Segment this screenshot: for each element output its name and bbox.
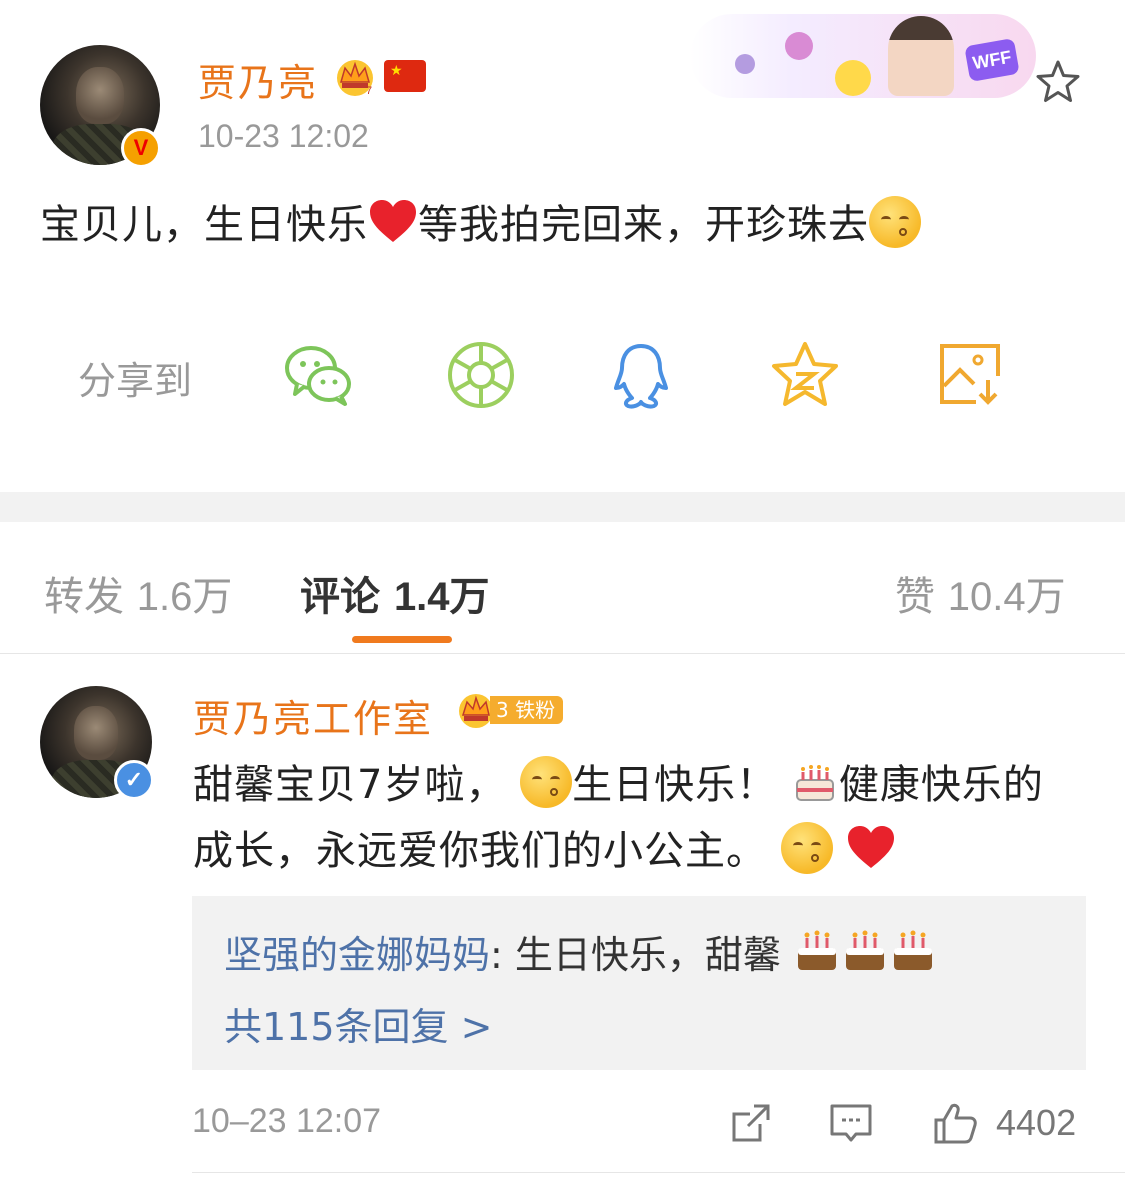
share-label: 分享到 [78,359,193,403]
section-divider [0,492,1125,522]
svg-text:7: 7 [366,85,372,96]
qq-icon[interactable] [606,340,676,410]
verified-gold-badge-icon: V [121,128,161,168]
tab-repost-label: 转发 [44,574,124,620]
share-row: 分享到 [0,330,1125,420]
heart-emoji [848,826,895,868]
reply-line: 坚强的金娜妈妈: 生日快乐，甜馨 [224,924,937,979]
post-timestamp: 10-23 12:02 [198,118,369,154]
share-icon[interactable] [728,1100,774,1146]
cake-emoji [894,930,932,970]
comment-text-part1: 甜馨宝贝7岁啦， [193,762,507,808]
fan-title: 铁粉 [515,698,556,722]
promo-banner[interactable]: WFF [690,14,1036,98]
reply-username[interactable]: 坚强的金娜妈妈 [224,933,490,977]
fan-level: 3 [496,698,509,722]
active-tab-indicator [352,636,452,643]
view-all-replies-link[interactable]: 共115条回复 > [224,996,492,1051]
kiss-face-emoji [520,756,573,808]
post-text-part1: 宝贝儿，生日快乐 [40,202,368,248]
wechat-icon[interactable] [283,340,353,410]
star-favorite-icon[interactable] [1034,58,1082,106]
reply-text: : 生日快乐，甜馨 [490,933,781,977]
tab-repost[interactable]: 转发 1.6万 [44,564,232,622]
fan-badge-label: 3 铁粉 [490,696,564,724]
blush-face-emoji [780,822,833,874]
fan-badge: 3 铁粉 [456,690,564,730]
birthday-cake-emoji [795,765,834,801]
thumbs-up-icon[interactable] [932,1100,978,1146]
verified-blue-badge-icon: ✓ [114,760,154,800]
post-content: 宝贝儿，生日快乐 等我拍完回来，开珍珠去 [40,192,921,250]
comment-icon[interactable] [828,1100,874,1146]
tab-comments[interactable]: 评论 1.4万 [300,564,490,622]
mascot-icon [835,60,871,96]
weibo-post: V 贾乃亮 7 ★ 10-23 12:02 WFF 宝贝儿，生日快乐 等我拍完回来… [0,0,1125,492]
crown-icon: 7 [337,60,373,96]
banner-portrait [888,16,954,96]
moments-icon[interactable] [446,340,516,410]
qzone-icon[interactable] [770,340,840,410]
kiss-face-emoji [869,196,921,248]
comment-text-part2: 生日快乐！ [572,762,778,808]
comment-like-count: 4402 [996,1102,1077,1143]
tab-comments-label: 评论 [300,574,380,620]
cake-emoji [846,930,884,970]
interaction-tabs: 转发 1.6万 评论 1.4万 赞 10.4万 [0,522,1125,654]
tab-likes-label: 赞 [895,574,935,620]
comment-footer: 10–23 12:07 4402 [192,1100,1086,1150]
planet-icon [785,32,813,60]
cake-emoji [798,930,836,970]
post-text-part2: 等我拍完回来，开珍珠去 [418,202,869,248]
commenter-name[interactable]: 贾乃亮工作室 [193,688,433,743]
comment-content: 甜馨宝贝7岁啦， 生日快乐！ 健康快乐的成长，永远爱你我们的小公主。 [193,752,1073,884]
reply-preview[interactable]: 坚强的金娜妈妈: 生日快乐，甜馨 共115条回复 > [192,896,1086,1070]
save-image-icon[interactable] [936,340,1006,410]
tab-likes-count: 10.4万 [947,575,1066,619]
tab-likes[interactable]: 赞 10.4万 [895,564,1066,622]
comment-timestamp: 10–23 12:07 [192,1102,382,1140]
tab-comments-count: 1.4万 [393,575,490,619]
tab-repost-count: 1.6万 [136,575,233,619]
author-name[interactable]: 贾乃亮 [198,52,318,107]
china-flag-icon: ★ [384,60,426,92]
comment-divider [192,1172,1125,1173]
planet-icon [735,54,755,74]
wff-sign: WFF [964,37,1020,83]
heart-emoji [370,200,416,242]
